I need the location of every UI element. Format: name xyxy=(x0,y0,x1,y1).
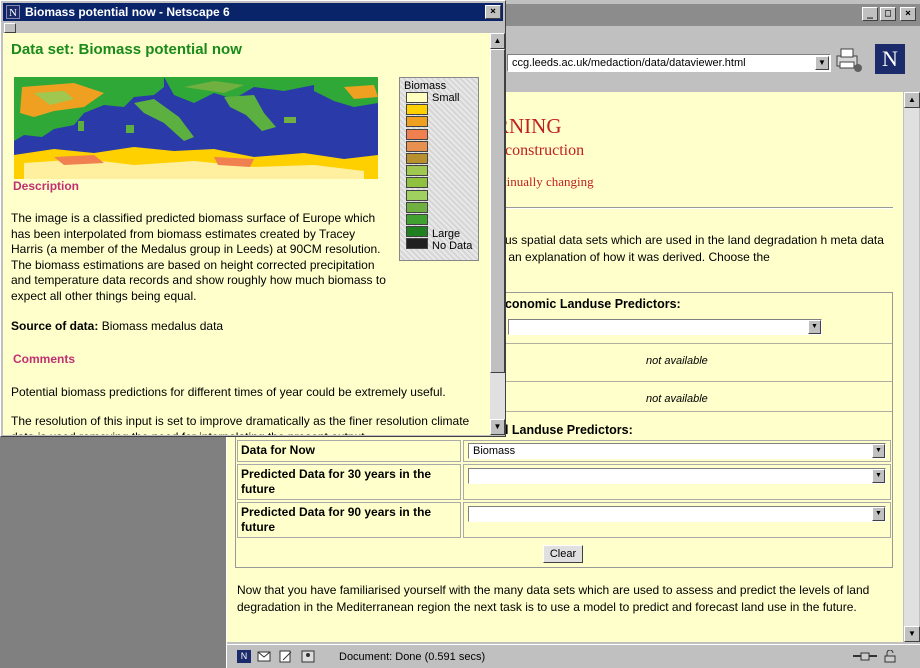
close-button[interactable]: × xyxy=(900,7,916,21)
predictor-label-now: Data for Now xyxy=(237,440,461,462)
legend-swatch xyxy=(406,92,428,103)
netscape-logo-icon[interactable]: N xyxy=(875,44,905,74)
predictor-label-90-years: Predicted Data for 90 years in the futur… xyxy=(237,502,461,538)
chevron-down-icon: ▼ xyxy=(872,469,885,483)
legend-swatch xyxy=(406,128,428,140)
socio-economic-section-title: economic Landuse Predictors: xyxy=(498,297,681,311)
scroll-up-button[interactable]: ▲ xyxy=(904,92,920,108)
predictor-cell-90-years: ▼ xyxy=(463,502,891,538)
popup-window-title: Biomass potential now - Netscape 6 xyxy=(25,5,230,19)
source-label: Source of data: xyxy=(11,319,99,333)
chevron-down-icon: ▼ xyxy=(808,320,821,334)
netscape-window-icon: N xyxy=(6,5,20,19)
comments-heading: Comments xyxy=(13,352,76,366)
not-available-label: not available xyxy=(646,393,708,405)
predictor-cell-now: Biomass ▼ xyxy=(463,440,891,462)
chevron-down-icon: ▼ xyxy=(872,444,885,458)
popup-scroll-thumb[interactable] xyxy=(490,49,505,373)
predicted-30-years-select[interactable]: ▼ xyxy=(468,468,886,484)
comments-text-2: The resolution of this input is set to i… xyxy=(11,414,470,435)
mail-icon[interactable] xyxy=(257,650,271,663)
source-value: Biomass medalus data xyxy=(101,319,224,333)
source-line: Source of data: Biomass medalus data xyxy=(11,319,485,335)
legend-swatch xyxy=(406,153,428,164)
predicted-90-years-select[interactable]: ▼ xyxy=(468,506,886,522)
clear-button[interactable]: Clear xyxy=(543,545,583,563)
intro-text: arious spatial data sets which are used … xyxy=(485,233,884,264)
biomass-legend: Biomass Small Large No Data xyxy=(399,77,479,261)
legend-swatch xyxy=(406,104,428,116)
popup-content-area: Data set: Biomass potential now Biomass … xyxy=(3,33,490,435)
address-book-icon[interactable] xyxy=(301,650,315,663)
legend-nodata-label: No Data xyxy=(432,240,473,252)
popup-window: N Biomass potential now - Netscape 6 × D… xyxy=(0,0,506,437)
security-lock-icon[interactable] xyxy=(883,650,897,663)
composer-icon[interactable] xyxy=(279,650,293,663)
url-text: ccg.leeds.ac.uk/medaction/data/dataviewe… xyxy=(512,57,746,69)
warning-subtitle: construction xyxy=(505,142,585,159)
legend-large-label: Large xyxy=(432,228,461,240)
popup-close-button[interactable]: × xyxy=(485,5,501,19)
description-heading: Description xyxy=(13,179,80,193)
url-dropdown-button[interactable]: ▼ xyxy=(815,56,829,70)
predictor-cell-30-years: ▼ xyxy=(463,464,891,500)
print-icon[interactable] xyxy=(833,46,863,74)
outro-text: Now that you have familiarised yourself … xyxy=(237,583,870,614)
dataset-title: Data set: Biomass potential now xyxy=(11,41,242,58)
selected-value: Biomass xyxy=(473,445,516,457)
comments-text-1: Potential biomass predictions for differ… xyxy=(11,385,446,399)
status-text: Document: Done (0.591 secs) xyxy=(339,651,486,663)
connection-icon xyxy=(853,652,877,661)
legend-swatch xyxy=(406,177,428,189)
popup-scroll-down-button[interactable]: ▼ xyxy=(490,419,505,435)
legend-swatch xyxy=(406,116,428,128)
legend-swatch xyxy=(406,226,428,238)
not-available-label: not available xyxy=(646,355,708,367)
legend-small-label: Small xyxy=(432,92,460,104)
legend-swatch xyxy=(406,201,428,213)
legend-swatch xyxy=(406,189,428,201)
minimize-button[interactable]: _ xyxy=(862,7,878,21)
popup-menu-handle[interactable] xyxy=(4,23,16,33)
status-bar: N Document: Done (0.591 secs) xyxy=(227,644,920,668)
netscape-small-icon[interactable]: N xyxy=(237,650,251,663)
popup-vertical-scrollbar[interactable]: ▲ ▼ xyxy=(490,33,505,435)
main-window-controls: _ □ × xyxy=(862,7,916,21)
popup-titlebar: N Biomass potential now - Netscape 6 × xyxy=(3,3,503,21)
legend-title: Biomass xyxy=(404,80,447,92)
maximize-button[interactable]: □ xyxy=(880,7,896,21)
description-text: The image is a classified predicted biom… xyxy=(11,211,386,303)
biomass-map-image xyxy=(14,77,378,179)
chevron-down-icon: ▼ xyxy=(872,507,885,521)
main-vertical-scrollbar[interactable]: ▲ ▼ xyxy=(903,92,920,642)
legend-swatch xyxy=(406,165,428,177)
data-for-now-select[interactable]: Biomass ▼ xyxy=(468,443,886,459)
url-field[interactable]: ccg.leeds.ac.uk/medaction/data/dataviewe… xyxy=(507,54,831,72)
predictor-label-30-years: Predicted Data for 30 years in the futur… xyxy=(237,464,461,500)
legend-swatch xyxy=(406,140,428,152)
scroll-down-button[interactable]: ▼ xyxy=(904,626,920,642)
popup-scroll-up-button[interactable]: ▲ xyxy=(490,33,505,49)
warning-note: tinually changing xyxy=(503,174,594,189)
legend-swatch xyxy=(406,238,428,250)
legend-swatch xyxy=(406,214,428,225)
socio-economic-select[interactable]: ▼ xyxy=(508,319,822,335)
physical-section-title: al Landuse Predictors: xyxy=(498,423,633,437)
